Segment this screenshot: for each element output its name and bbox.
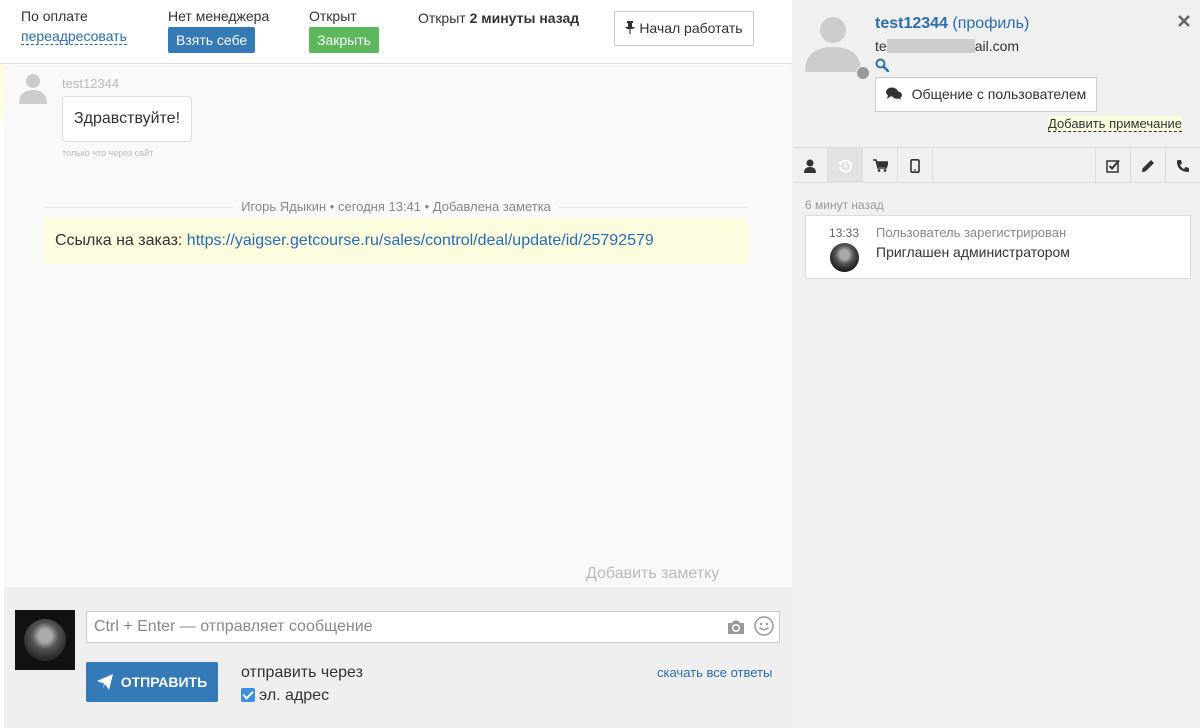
message-meta: только что через сайт <box>62 148 154 158</box>
tab-call[interactable] <box>1165 148 1200 183</box>
tab-edit[interactable] <box>1130 148 1165 183</box>
search-icon[interactable] <box>875 58 889 72</box>
mobile-icon <box>910 158 920 173</box>
profile-avatar-icon <box>805 17 861 72</box>
conversation-toolbar: По оплате переадресовать Нет менеджера В… <box>0 0 792 64</box>
close-conversation-button[interactable]: Закрыть <box>309 27 379 53</box>
chat-with-user-button[interactable]: Общение с пользователем <box>875 77 1097 112</box>
no-manager-label: Нет менеджера <box>168 8 270 24</box>
message-author: test12344 <box>62 76 120 91</box>
camera-icon[interactable] <box>726 617 746 637</box>
tab-history[interactable] <box>828 148 863 183</box>
note-separator-text: Игорь Ядыкин • сегодня 13:41 • Добавлена… <box>233 199 559 214</box>
start-work-label: Начал работать <box>639 20 743 36</box>
conversation-panel: По оплате переадресовать Нет менеджера В… <box>0 0 792 728</box>
user-avatar-icon <box>19 74 47 104</box>
activity-time-ago: 6 минут назад <box>805 198 884 212</box>
note-box: Ссылка на заказ: https://yaigser.getcour… <box>44 218 748 264</box>
comments-icon <box>885 87 902 100</box>
paper-plane-icon <box>96 674 113 690</box>
opened-ago-value: 2 минуты назад <box>469 10 580 26</box>
note-prefix: Ссылка на заказ: <box>55 232 187 249</box>
online-status-dot <box>856 66 870 80</box>
activity-event: 13:33 Пользователь зарегистрирован Пригл… <box>805 215 1191 279</box>
add-note-button[interactable]: Добавить заметку <box>586 565 719 583</box>
payment-label: По оплате <box>21 8 88 24</box>
email-channel-checkbox[interactable]: эл. адрес <box>241 687 329 705</box>
note-separator: Игорь Ядыкин • сегодня 13:41 • Добавлена… <box>44 199 748 214</box>
redirect-link[interactable]: переадресовать <box>21 29 127 45</box>
download-answers-link[interactable]: скачать все ответы <box>657 665 772 680</box>
open-status: Открыт Закрыть <box>309 8 379 53</box>
manager-status: Нет менеджера Взять себе <box>168 8 269 53</box>
phone-icon <box>1177 159 1189 172</box>
message-bubble: Здравствуйте! <box>62 96 193 142</box>
user-name: test12344 (профиль) <box>875 15 1029 33</box>
email-start: te <box>875 38 887 54</box>
send-via-label: отправить через <box>241 664 363 681</box>
chat-with-user-label: Общение с пользователем <box>911 86 1087 102</box>
open-label: Открыт <box>309 8 357 24</box>
take-yourself-button[interactable]: Взять себе <box>168 27 256 53</box>
event-description: Приглашен администратором <box>876 244 1070 260</box>
user-email: te ail.com <box>875 38 1019 54</box>
user-icon <box>804 159 816 173</box>
checkbox-icon <box>1106 159 1120 173</box>
my-avatar <box>15 610 75 670</box>
user-profile: test12344 (профиль) te ail.com Общение с … <box>793 0 1200 147</box>
tab-devices[interactable] <box>898 148 933 183</box>
pin-icon <box>625 21 636 34</box>
send-button[interactable]: ОТПРАВИТЬ <box>86 662 218 702</box>
tab-orders[interactable] <box>863 148 898 183</box>
event-time: 13:33 <box>829 226 860 240</box>
start-work-button[interactable]: Начал работать <box>614 11 754 46</box>
add-remark-link[interactable]: Добавить примечание <box>1048 116 1183 132</box>
close-icon[interactable] <box>1177 14 1191 28</box>
sidebar-tabs <box>793 147 1200 183</box>
email-option-label: эл. адрес <box>259 687 330 704</box>
profile-link[interactable]: (профиль) <box>952 15 1029 32</box>
pencil-icon <box>1142 159 1154 172</box>
message-input[interactable] <box>86 611 780 643</box>
message-composer: ОТПРАВИТЬ отправить через эл. адрес скач… <box>4 587 792 728</box>
opened-prefix: Открыт <box>418 10 466 26</box>
user-sidebar: test12344 (профиль) te ail.com Общение с … <box>793 0 1200 728</box>
messages-area: test12344 Здравствуйте! только что через… <box>4 65 792 587</box>
event-title: Пользователь зарегистрирован <box>876 225 1067 240</box>
shopping-cart-icon <box>872 159 888 172</box>
opened-time: Открыт 2 минуты назад <box>418 10 579 26</box>
emoji-icon[interactable] <box>754 616 774 636</box>
order-link[interactable]: https://yaigser.getcourse.ru/sales/contr… <box>187 232 654 249</box>
username-link[interactable]: test12344 <box>875 15 948 32</box>
checkbox-checked-icon <box>241 688 255 702</box>
tab-user-info[interactable] <box>793 148 828 183</box>
admin-avatar <box>830 243 859 272</box>
send-label: ОТПРАВИТЬ <box>120 674 208 690</box>
tab-tasks[interactable] <box>1095 148 1130 183</box>
email-end: ail.com <box>974 38 1020 54</box>
history-icon <box>838 159 852 173</box>
email-redacted <box>886 39 975 53</box>
payment-status: По оплате переадресовать <box>21 8 127 45</box>
